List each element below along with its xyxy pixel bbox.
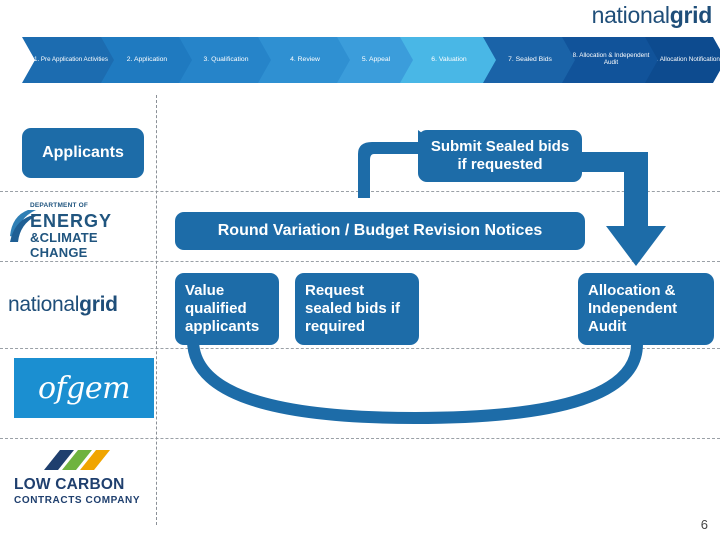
decc-climate-text: &CLIMATE CHANGE xyxy=(30,230,98,260)
process-step-label: 7. Sealed Bids xyxy=(508,56,552,64)
process-step-label: 1. Pre Application Activities xyxy=(34,55,108,63)
submit-sealed-bids-label: Submit Sealed bids if requested xyxy=(430,137,570,173)
round-variation-box: Round Variation / Budget Revision Notice… xyxy=(175,212,585,250)
decc-department-text: DEPARTMENT OF xyxy=(30,202,89,209)
decc-energy-text: ENERGY xyxy=(30,211,113,231)
brand-bar: nationalgrid xyxy=(0,0,720,34)
submit-sealed-bids-box: Submit Sealed bids if requested xyxy=(418,130,582,182)
lane-separator-4 xyxy=(0,438,720,439)
process-step-label: 2. Application xyxy=(126,56,168,64)
process-step-label: 3. Qualification xyxy=(203,56,249,64)
ng-lane-text-light: national xyxy=(8,293,80,316)
process-step-label: 5. Appeal xyxy=(361,56,391,64)
value-qualified-applicants-label: Value qualified applicants xyxy=(185,281,260,336)
allocation-audit-label: Allocation & Independent Audit xyxy=(588,281,678,336)
lccc-mark-icon xyxy=(44,450,110,470)
applicants-label: Applicants xyxy=(42,144,124,162)
ofgem-label: ofgem xyxy=(37,370,131,406)
process-step-label: 8. Allocation & Independent Audit xyxy=(572,52,650,66)
ofgem-logo: ofgem xyxy=(14,358,154,418)
national-grid-logo: nationalgrid xyxy=(591,2,713,29)
lccc-logo: LOW CARBON CONTRACTS COMPANY xyxy=(14,448,154,518)
lane-vertical-divider xyxy=(156,95,157,525)
ng-lane-text-bold: grid xyxy=(79,293,118,316)
decc-logo: DEPARTMENT OF ENERGY &CLIMATE CHANGE xyxy=(8,200,154,260)
lccc-subtitle: CONTRACTS COMPANY xyxy=(14,495,141,506)
national-grid-lane-logo: nationalgrid xyxy=(8,293,118,317)
request-sealed-bids-label: Request sealed bids if required xyxy=(305,281,401,336)
allocation-audit-box: Allocation & Independent Audit xyxy=(578,273,714,345)
process-step-label: 6. Valuation xyxy=(431,56,467,64)
page-number: 6 xyxy=(700,517,708,532)
request-sealed-bids-box: Request sealed bids if required xyxy=(295,273,419,345)
logo-text-light: national xyxy=(591,2,670,28)
allocation-down-arrow xyxy=(582,152,666,266)
process-chevron-band: 1. Pre Application Activities 2. Applicat… xyxy=(0,37,720,83)
process-step-1[interactable]: 1. Pre Application Activities xyxy=(22,37,114,83)
process-step-label: 9. Allocation Notification xyxy=(653,55,720,63)
value-qualified-applicants-box: Value qualified applicants xyxy=(175,273,279,345)
round-variation-label: Round Variation / Budget Revision Notice… xyxy=(217,222,543,240)
process-step-label: 4. Review xyxy=(290,56,320,64)
lane-label-applicants: Applicants xyxy=(22,128,144,178)
lccc-title: LOW CARBON xyxy=(14,476,125,493)
logo-text-bold: grid xyxy=(669,2,713,28)
